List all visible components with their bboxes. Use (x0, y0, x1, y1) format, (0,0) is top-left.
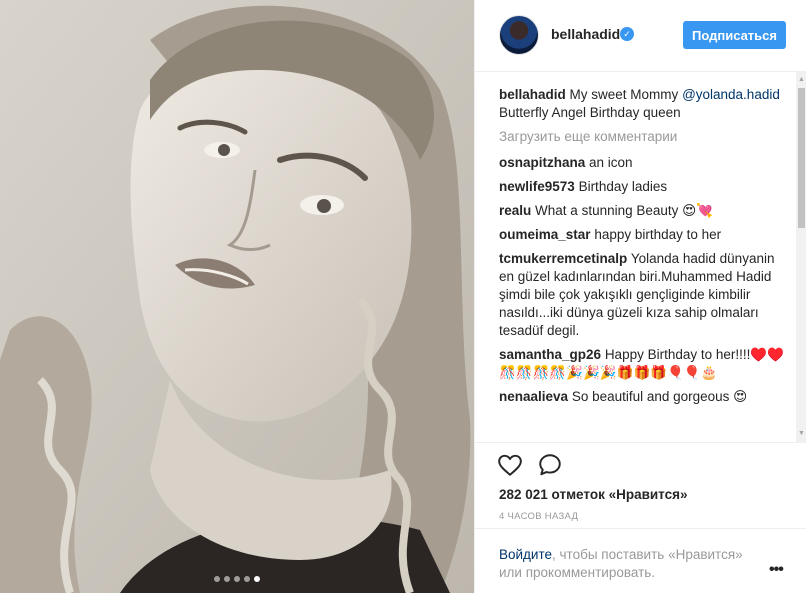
comment-item: realu What a stunning Beauty 😍💘 (499, 202, 789, 220)
avatar[interactable] (499, 15, 539, 55)
comment-text: happy birthday to her (594, 227, 722, 242)
comment-item: oumeima_star happy birthday to her (499, 226, 789, 244)
header-username[interactable]: bellahadid (551, 26, 620, 42)
login-prompt-text: Войдите, чтобы поставить «Нравится» или … (499, 546, 759, 582)
scroll-up-arrow-icon[interactable]: ▲ (796, 74, 806, 86)
comment-text: So beautiful and gorgeous 😍 (571, 389, 748, 404)
comment-author[interactable]: samantha_gp26 (499, 347, 601, 362)
caption-mention-link[interactable]: @yolanda.hadid (682, 87, 780, 102)
post-timestamp[interactable]: 4 ЧАСОВ НАЗАД (499, 511, 578, 522)
comment-item: tcmukerremcetinalp Yolanda hadid dünyani… (499, 250, 789, 340)
carousel-dot[interactable] (234, 576, 240, 582)
verified-badge-icon: ✓ (620, 27, 634, 41)
login-prompt: Войдите, чтобы поставить «Нравится» или … (475, 528, 806, 593)
comment-author[interactable]: tcmukerremcetinalp (499, 251, 627, 266)
carousel-indicator (0, 576, 474, 582)
scrollbar-thumb[interactable] (798, 88, 805, 228)
post-photo[interactable] (0, 0, 474, 593)
comment-author[interactable]: osnapitzhana (499, 155, 585, 170)
post-side-panel: bellahadid ✓ Подписаться bellahadid My s… (474, 0, 806, 593)
comments-list[interactable]: bellahadid My sweet Mommy @yolanda.hadid… (499, 86, 789, 442)
comment-author[interactable]: newlife9573 (499, 179, 575, 194)
instagram-post: bellahadid ✓ Подписаться bellahadid My s… (0, 0, 806, 593)
carousel-dot[interactable] (244, 576, 250, 582)
follow-button[interactable]: Подписаться (683, 21, 786, 49)
scroll-down-arrow-icon[interactable]: ▼ (796, 428, 806, 440)
caption-author[interactable]: bellahadid (499, 87, 566, 102)
comment-author[interactable]: nenaalieva (499, 389, 568, 404)
portrait-image (0, 0, 474, 593)
comment-item: samantha_gp26 Happy Birthday to her!!!!♥… (499, 346, 789, 382)
post-header: bellahadid ✓ Подписаться (475, 0, 806, 72)
caption-text-after: Butterfly Angel Birthday queen (499, 105, 681, 120)
carousel-dot[interactable] (224, 576, 230, 582)
comment-bubble-icon[interactable] (537, 452, 563, 478)
comment-item: nenaalieva So beautiful and gorgeous 😍 (499, 388, 789, 406)
heart-icon[interactable] (497, 452, 523, 478)
comment-item: newlife9573 Birthday ladies (499, 178, 789, 196)
carousel-dot[interactable] (214, 576, 220, 582)
comment-item: osnapitzhana an icon (499, 154, 789, 172)
comment-author[interactable]: oumeima_star (499, 227, 591, 242)
comment-text: What a stunning Beauty 😍💘 (535, 203, 714, 218)
carousel-dot-active[interactable] (254, 576, 260, 582)
caption-text-before: My sweet Mommy (569, 87, 679, 102)
login-link[interactable]: Войдите (499, 547, 552, 562)
load-more-comments-link[interactable]: Загрузить еще комментарии (499, 128, 789, 146)
more-options-icon[interactable]: ••• (769, 561, 784, 579)
likes-count[interactable]: 282 021 отметок «Нравится» (499, 487, 688, 502)
comment-author[interactable]: realu (499, 203, 531, 218)
comments-scrollbar[interactable]: ▲ ▼ (796, 72, 806, 442)
comment-text: Birthday ladies (578, 179, 668, 194)
caption: bellahadid My sweet Mommy @yolanda.hadid… (499, 86, 789, 122)
comment-text: an icon (589, 155, 633, 170)
